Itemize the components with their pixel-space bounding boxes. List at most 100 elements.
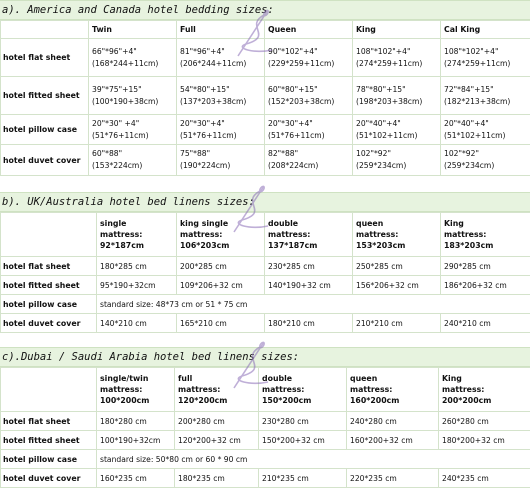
column-header: Full [176, 20, 265, 39]
table-row: hotel pillow case 20"*30" +4" (51*76+11cm… [0, 114, 530, 145]
size-cell: 20"*30"+4" (51*76+11cm) [176, 114, 265, 145]
size-cell: 260*280 cm [438, 411, 530, 431]
size-cell: 108"*102"+4" (274*259+11cm) [352, 38, 441, 77]
size-cell: 102"*92" (259*234cm) [352, 144, 441, 176]
size-cell: 150*200+32 cm [258, 430, 347, 450]
size-cell: 100*190+32cm [96, 430, 175, 450]
size-cell: 140*190+32 cm [264, 275, 353, 295]
size-cell: 160*235 cm [96, 468, 175, 488]
size-cell: 160*200+32 cm [346, 430, 439, 450]
size-cell: 210*235 cm [258, 468, 347, 488]
corner-cell [0, 20, 89, 39]
table-row: hotel duvet cover 60"*88" (153*224cm) 75"… [0, 144, 530, 176]
section-title: c).Dubai / Saudi Arabia hotel bed linens… [0, 347, 530, 367]
size-cell: 220*235 cm [346, 468, 439, 488]
size-cell: 240*280 cm [346, 411, 439, 431]
size-cell: 66"*96"+4" (168*244+11cm) [88, 38, 177, 77]
size-cell: 156*206+32 cm [352, 275, 441, 295]
size-cell: 200*285 cm [176, 256, 265, 276]
size-cell: 180*235 cm [174, 468, 259, 488]
table-row: hotel fitted sheet 100*190+32cm 120*200+… [0, 430, 530, 450]
column-header: Queen [264, 20, 353, 39]
table-row: hotel flat sheet 180*280 cm 200*280 cm 2… [0, 411, 530, 431]
table-row: hotel pillow case standard size: 50*80 c… [0, 449, 530, 469]
section-uk-australia: b). UK/Australia hotel bed linens sizes:… [0, 192, 530, 333]
column-header: Cal King [440, 20, 530, 39]
size-cell: 108"*102"+4" (274*259+11cm) [440, 38, 530, 77]
column-header: full mattress: 120*200cm [174, 367, 259, 412]
size-cell: 75"*88" (190*224cm) [176, 144, 265, 176]
size-cell: 102"*92" (259*234cm) [440, 144, 530, 176]
size-cell: 39"*75"+15" (100*190+38cm) [88, 76, 177, 115]
section-america-canada: a). America and Canada hotel bedding siz… [0, 0, 530, 176]
size-cell: 290*285 cm [440, 256, 530, 276]
column-header: Twin [88, 20, 177, 39]
size-cell: 82"*88" (208*224cm) [264, 144, 353, 176]
size-cell: 180*200+32 cm [438, 430, 530, 450]
size-cell: 109*206+32 cm [176, 275, 265, 295]
row-label: hotel duvet cover [0, 313, 97, 333]
size-cell: 180*285 cm [96, 256, 177, 276]
size-table: single/twin mattress: 100*200cm full mattre… [0, 367, 530, 488]
column-header: King mattress: 183*203cm [440, 212, 530, 257]
table-row: hotel flat sheet 180*285 cm 200*285 cm 2… [0, 256, 530, 276]
header-row: Twin Full Queen King Cal King [0, 20, 530, 39]
size-cell: 250*285 cm [352, 256, 441, 276]
size-cell: 180*210 cm [264, 313, 353, 333]
row-label: hotel flat sheet [0, 256, 97, 276]
corner-cell [0, 212, 97, 257]
size-cell: 72"*84"+15" (182*213+38cm) [440, 76, 530, 115]
column-header: double mattress: 150*200cm [258, 367, 347, 412]
size-cell: 186*206+32 cm [440, 275, 530, 295]
section-dubai-saudi: c).Dubai / Saudi Arabia hotel bed linens… [0, 347, 530, 488]
size-cell: 95*190+32cm [96, 275, 177, 295]
row-label: hotel flat sheet [0, 411, 97, 431]
pillow-standard-size: standard size: 48*73 cm or 51 * 75 cm [96, 294, 530, 314]
corner-cell [0, 367, 97, 412]
row-label: hotel flat sheet [0, 38, 89, 77]
column-header: King [352, 20, 441, 39]
size-cell: 230*280 cm [258, 411, 347, 431]
row-label: hotel fitted sheet [0, 76, 89, 115]
row-label: hotel pillow case [0, 449, 97, 469]
table-row: hotel duvet cover 160*235 cm 180*235 cm … [0, 468, 530, 488]
header-row: single/twin mattress: 100*200cm full mattre… [0, 367, 530, 412]
size-cell: 140*210 cm [96, 313, 177, 333]
row-label: hotel pillow case [0, 294, 97, 314]
column-header: double mattress: 137*187cm [264, 212, 353, 257]
size-cell: 81"*96"+4" (206*244+11cm) [176, 38, 265, 77]
section-title: b). UK/Australia hotel bed linens sizes: [0, 192, 530, 212]
size-table: single mattress: 92*187cm king single mattr… [0, 212, 530, 333]
table-row: hotel flat sheet 66"*96"+4" (168*244+11cm… [0, 38, 530, 77]
size-cell: 60"*80"+15" (152*203+38cm) [264, 76, 353, 115]
size-cell: 240*210 cm [440, 313, 530, 333]
table-row: hotel pillow case standard size: 48*73 c… [0, 294, 530, 314]
size-cell: 90"*102"+4" (229*259+11cm) [264, 38, 353, 77]
table-row: hotel fitted sheet 95*190+32cm 109*206+3… [0, 275, 530, 295]
size-cell: 240*235 cm [438, 468, 530, 488]
column-header: king single mattress: 106*203cm [176, 212, 265, 257]
row-label: hotel pillow case [0, 114, 89, 145]
section-title: a). America and Canada hotel bedding siz… [0, 0, 530, 20]
column-header: queen mattress: 153*203cm [352, 212, 441, 257]
row-label: hotel duvet cover [0, 144, 89, 176]
column-header: King mattress: 200*200cm [438, 367, 530, 412]
size-cell: 230*285 cm [264, 256, 353, 276]
size-cell: 20"*30"+4" (51*76+11cm) [264, 114, 353, 145]
header-row: single mattress: 92*187cm king single mattr… [0, 212, 530, 257]
table-row: hotel fitted sheet 39"*75"+15" (100*190+3… [0, 76, 530, 115]
row-label: hotel fitted sheet [0, 275, 97, 295]
size-table: Twin Full Queen King Cal King hotel flat… [0, 20, 530, 176]
table-row: hotel duvet cover 140*210 cm 165*210 cm … [0, 313, 530, 333]
size-cell: 165*210 cm [176, 313, 265, 333]
size-cell: 210*210 cm [352, 313, 441, 333]
size-cell: 180*280 cm [96, 411, 175, 431]
row-label: hotel fitted sheet [0, 430, 97, 450]
column-header: single/twin mattress: 100*200cm [96, 367, 175, 412]
pillow-standard-size: standard size: 50*80 cm or 60 * 90 cm [96, 449, 530, 469]
size-cell: 20"*40"+4" (51*102+11cm) [440, 114, 530, 145]
size-cell: 78"*80"+15" (198*203+38cm) [352, 76, 441, 115]
size-cell: 54"*80"+15" (137*203+38cm) [176, 76, 265, 115]
size-cell: 60"*88" (153*224cm) [88, 144, 177, 176]
size-cell: 200*280 cm [174, 411, 259, 431]
